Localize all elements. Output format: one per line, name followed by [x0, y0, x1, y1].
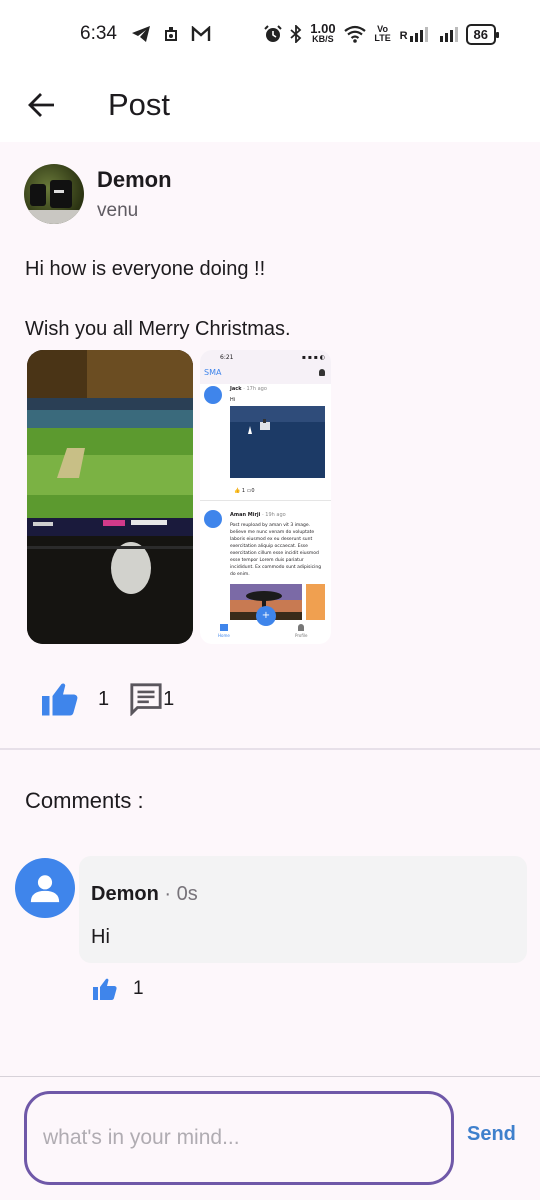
- arrow-back-icon: [28, 93, 54, 117]
- bluetooth-icon: [290, 25, 302, 43]
- shot-app-name: SMA: [204, 368, 222, 377]
- author-avatar[interactable]: [24, 164, 84, 224]
- page-title: Post: [108, 87, 171, 122]
- comment-time: · 0s: [164, 883, 198, 905]
- comment-like-button[interactable]: 1: [93, 978, 144, 1000]
- signal-icon-2: [439, 26, 458, 42]
- author-name[interactable]: Demon: [97, 166, 172, 194]
- comment-button[interactable]: 1: [129, 682, 174, 716]
- author-handle: venu: [97, 200, 139, 221]
- wifi-icon: [343, 25, 366, 43]
- alarm-icon: [264, 25, 282, 43]
- shot-add-button: +: [256, 606, 276, 626]
- shot-home-icon: [220, 624, 228, 631]
- battery-indicator: 86: [465, 23, 500, 45]
- comment-icon: [130, 683, 162, 716]
- comment-composer: Send: [0, 1076, 540, 1200]
- post-text: Hi how is everyone doing !! Wish you all…: [25, 258, 291, 340]
- like-count: 1: [98, 687, 110, 710]
- comment-input[interactable]: [24, 1091, 454, 1185]
- post-header: Demon venu: [24, 164, 172, 224]
- gmail-icon: [191, 26, 211, 42]
- comment-count: 1: [163, 687, 175, 710]
- post-image-cricket-tv[interactable]: [27, 350, 193, 644]
- telegram-icon: [131, 25, 151, 43]
- comment-avatar[interactable]: [15, 858, 75, 918]
- post-image-app-screenshot[interactable]: 6:21 ▪ ▪ ▪ ◐ SMA Jack · 17h ago Hi 👍 1 ▭…: [200, 350, 331, 644]
- shot-profile-icon: [298, 624, 304, 631]
- comment-author: Demon · 0s: [91, 883, 198, 905]
- person-icon: [30, 875, 60, 903]
- volte-indicator: Vo LTE: [374, 24, 391, 43]
- status-time: 6:34: [80, 23, 117, 44]
- notification-icon: [164, 27, 177, 41]
- comment-bubble: Demon · 0s Hi: [79, 856, 527, 963]
- network-speed: 1.00 KB/S: [310, 21, 336, 44]
- comment-text: Hi: [91, 926, 110, 948]
- signal-icon-1: R: [400, 26, 428, 42]
- status-bar: 6:34 1.00 KB/S Vo LTE R 86: [0, 0, 540, 68]
- post-actions: 1 1: [42, 682, 174, 716]
- like-button[interactable]: 1: [42, 682, 109, 716]
- back-button[interactable]: [14, 77, 70, 133]
- comments-title: Comments :: [25, 788, 144, 813]
- comment-like-count: 1: [133, 978, 144, 999]
- send-button[interactable]: Send: [467, 1123, 516, 1146]
- shot-bell-icon: [319, 369, 325, 376]
- thumb-up-icon: [42, 683, 78, 716]
- app-bar: Post: [0, 68, 540, 142]
- divider: [0, 748, 540, 750]
- thumb-up-icon: [93, 978, 117, 1000]
